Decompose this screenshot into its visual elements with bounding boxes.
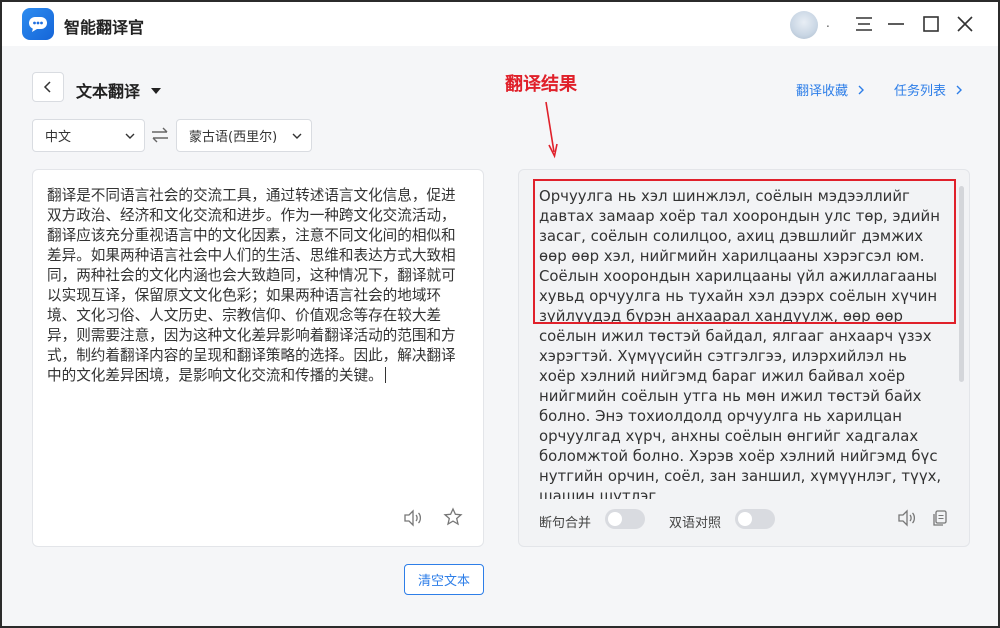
- task-list-link[interactable]: 任务列表: [894, 80, 964, 99]
- translation-result-panel: Орчуулга нь хэл шинжлэл, соёлын мэдээлли…: [518, 169, 970, 547]
- chevron-down-icon: [125, 133, 135, 139]
- source-language-select[interactable]: 中文: [32, 119, 145, 152]
- sentence-merge-label: 断句合并: [539, 516, 592, 531]
- target-language-select[interactable]: 蒙古语(西里尔): [176, 119, 312, 152]
- annotation-label: 翻译结果: [505, 74, 577, 95]
- swap-languages-icon[interactable]: [150, 126, 170, 148]
- chevron-left-icon: [43, 81, 51, 93]
- source-language-value: 中文: [45, 130, 72, 145]
- translation-result-text: Орчуулга нь хэл шинжлэл, соёлын мэдээлли…: [539, 187, 942, 499]
- favorites-link[interactable]: 翻译收藏: [796, 80, 866, 99]
- app-title: 智能翻译官: [64, 18, 145, 37]
- copy-icon[interactable]: [931, 509, 949, 531]
- menu-icon[interactable]: [852, 12, 876, 36]
- page-title[interactable]: 文本翻译: [76, 78, 140, 102]
- source-text-panel[interactable]: 翻译是不同语言社会的交流工具，通过转述语言文化信息，促进双方政治、经济和文化交流…: [32, 169, 484, 547]
- title-bar: 智能翻译官 .: [2, 2, 998, 46]
- back-button[interactable]: [32, 72, 64, 102]
- chevron-right-icon: [956, 85, 963, 95]
- task-list-link-label: 任务列表: [894, 84, 947, 99]
- source-text-input[interactable]: 翻译是不同语言社会的交流工具，通过转述语言文化信息，促进双方政治、经济和文化交流…: [47, 186, 467, 386]
- caret-down-icon[interactable]: [150, 81, 162, 100]
- scrollbar-thumb[interactable]: [959, 186, 964, 382]
- chat-bubble-icon: [22, 8, 54, 40]
- text-cursor: [384, 367, 386, 383]
- maximize-icon[interactable]: [919, 12, 943, 36]
- speaker-icon[interactable]: [897, 509, 917, 531]
- chevron-down-icon: [292, 133, 302, 139]
- sentence-merge-toggle[interactable]: [605, 509, 645, 529]
- avatar-suffix: .: [826, 16, 830, 30]
- source-text-content: 翻译是不同语言社会的交流工具，通过转述语言文化信息，促进双方政治、经济和文化交流…: [47, 187, 456, 384]
- close-icon[interactable]: [953, 12, 977, 36]
- favorites-link-label: 翻译收藏: [796, 84, 849, 99]
- speaker-icon[interactable]: [403, 509, 423, 531]
- star-icon[interactable]: [443, 507, 463, 531]
- bilingual-toggle[interactable]: [735, 509, 775, 529]
- bilingual-label: 双语对照: [669, 516, 722, 531]
- app-window: 智能翻译官 . 文本翻译 翻译结果 翻译收藏 任务列表 中文 蒙古语(西里尔) …: [0, 0, 1000, 628]
- minimize-icon[interactable]: [884, 12, 908, 36]
- avatar[interactable]: [790, 11, 818, 39]
- target-language-value: 蒙古语(西里尔): [189, 130, 278, 145]
- annotation-arrow-icon: [545, 101, 558, 159]
- chevron-right-icon: [858, 85, 865, 95]
- clear-text-button[interactable]: 清空文本: [404, 564, 484, 595]
